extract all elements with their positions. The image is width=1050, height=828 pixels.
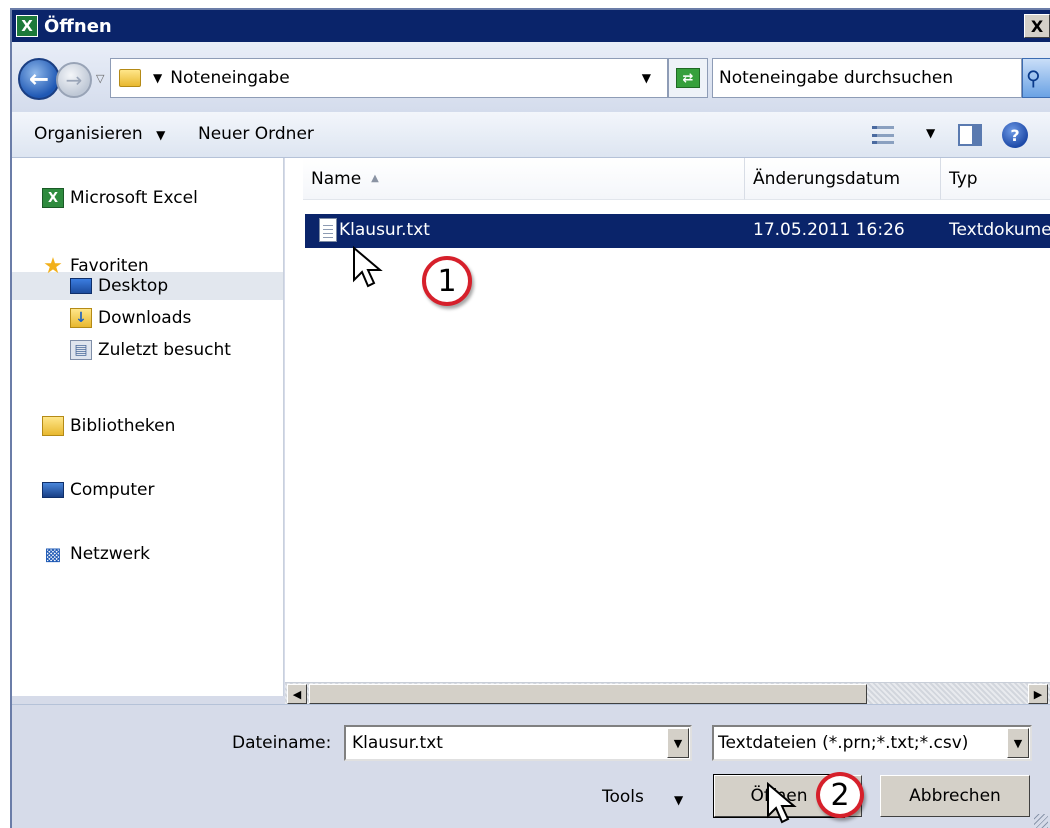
forward-button[interactable]: → — [56, 62, 92, 98]
open-dialog: X Öffnen X ← → ▽ ▼ Noteneingabe ▼ ⇄ Note… — [10, 8, 1050, 828]
nav-item-downloads[interactable]: ↓ Downloads — [70, 308, 191, 328]
help-icon[interactable]: ? — [1002, 122, 1028, 148]
breadcrumb-item-noteneingabe[interactable]: Noteneingabe — [170, 68, 289, 88]
address-bar: ← → ▽ ▼ Noteneingabe ▼ ⇄ Noteneingabe du… — [12, 42, 1050, 112]
desktop-icon — [70, 278, 92, 294]
scroll-left-button[interactable]: ◀ — [287, 684, 307, 704]
title-bar[interactable]: X Öffnen X — [12, 10, 1050, 42]
nav-item-computer[interactable]: Computer — [42, 480, 155, 500]
breadcrumb-separator-icon[interactable]: ▼ — [153, 71, 162, 85]
command-bar: Organisieren ▼ Neuer Ordner ▼ ? — [12, 112, 1050, 158]
nav-item-microsoft-excel[interactable]: X Microsoft Excel — [42, 188, 198, 208]
nav-item-label: Microsoft Excel — [70, 188, 198, 208]
file-type-select[interactable]: Textdateien (*.prn;*.txt;*.csv) ▼ — [712, 725, 1032, 761]
column-header-date-modified[interactable]: Änderungsdatum — [745, 158, 941, 200]
preview-pane-icon[interactable] — [958, 124, 982, 146]
search-button[interactable]: ⚲ — [1022, 58, 1050, 98]
nav-item-label: Desktop — [98, 276, 169, 296]
view-options-icon[interactable] — [872, 126, 894, 144]
star-icon: ★ — [43, 253, 63, 279]
arrow-left-icon: ← — [28, 65, 50, 93]
sort-ascending-icon: ▲ — [371, 173, 379, 184]
search-input[interactable]: Noteneingabe durchsuchen — [712, 58, 1022, 98]
folder-icon — [119, 69, 141, 87]
excel-app-icon: X — [16, 15, 38, 37]
column-header-label: Änderungsdatum — [753, 168, 901, 189]
new-folder-button[interactable]: Neuer Ordner — [198, 124, 314, 144]
organize-button[interactable]: Organisieren ▼ — [34, 124, 165, 144]
network-icon: ▩ — [44, 543, 62, 565]
arrow-right-icon: → — [65, 68, 83, 92]
step-callout-2: 2 — [816, 772, 864, 818]
refresh-icon: ⇄ — [676, 68, 700, 88]
file-name: Klausur.txt — [339, 220, 430, 240]
scroll-right-button[interactable]: ▶ — [1028, 684, 1048, 704]
column-header-type[interactable]: Typ — [941, 158, 1050, 200]
file-list: Name ▲ Änderungsdatum Typ Klausur.txt 17… — [285, 158, 1050, 696]
refresh-button[interactable]: ⇄ — [668, 58, 708, 98]
filename-field[interactable]: Klausur.txt ▼ — [344, 725, 692, 761]
file-row-selected[interactable]: Klausur.txt 17.05.2011 16:26 Textdokume — [305, 214, 1050, 248]
nav-item-bibliotheken[interactable]: Bibliotheken — [42, 416, 175, 436]
window-title: Öffnen — [44, 15, 112, 37]
downloads-folder-icon: ↓ — [70, 308, 92, 328]
filename-dropdown-button[interactable]: ▼ — [667, 728, 689, 758]
filename-value: Klausur.txt — [352, 733, 443, 753]
resize-grip-icon[interactable] — [1034, 814, 1048, 828]
search-icon: ⚲ — [1026, 66, 1041, 90]
chevron-down-icon[interactable]: ▼ — [674, 793, 683, 807]
cancel-button[interactable]: Abbrechen — [880, 775, 1030, 817]
file-type: Textdokume — [949, 220, 1050, 240]
nav-item-label: Zuletzt besucht — [98, 340, 231, 360]
recent-places-icon: ▤ — [70, 340, 92, 360]
navigation-pane: X Microsoft Excel ★ Favoriten Desktop ↓ … — [12, 158, 284, 696]
nav-item-label: Downloads — [98, 308, 192, 328]
nav-item-label: Favoriten — [70, 256, 149, 276]
column-header-name[interactable]: Name ▲ — [303, 158, 745, 200]
excel-icon: X — [42, 188, 64, 208]
file-type-dropdown-button[interactable]: ▼ — [1007, 728, 1029, 758]
nav-item-zuletzt-besucht[interactable]: ▤ Zuletzt besucht — [70, 340, 231, 360]
file-type-value: Textdateien (*.prn;*.txt;*.csv) — [718, 733, 969, 753]
chevron-down-icon: ▼ — [156, 128, 166, 142]
organize-label: Organisieren — [34, 124, 143, 144]
tools-button[interactable]: Tools — [602, 787, 644, 807]
horizontal-scrollbar[interactable]: ◀ ▶ — [285, 682, 1050, 704]
step-callout-1: 1 — [422, 256, 472, 306]
nav-item-desktop[interactable]: Desktop — [70, 276, 168, 296]
nav-item-netzwerk[interactable]: ▩ Netzwerk — [42, 543, 150, 565]
column-header-label: Name — [311, 168, 362, 189]
dialog-footer: Dateiname: Klausur.txt ▼ Textdateien (*.… — [12, 704, 1050, 828]
nav-item-label: Netzwerk — [70, 544, 150, 564]
file-modified-date: 17.05.2011 16:26 — [753, 220, 905, 240]
nav-item-label: Computer — [70, 480, 155, 500]
scrollbar-thumb[interactable] — [309, 684, 867, 704]
nav-item-label: Bibliotheken — [70, 416, 176, 436]
chevron-down-icon[interactable]: ▼ — [642, 71, 651, 85]
close-button[interactable]: X — [1024, 14, 1050, 38]
libraries-icon — [42, 416, 64, 436]
filename-label: Dateiname: — [232, 733, 332, 753]
view-options-dropdown[interactable]: ▼ — [926, 126, 935, 140]
breadcrumb[interactable]: ▼ Noteneingabe ▼ — [110, 58, 668, 98]
recent-locations-dropdown[interactable]: ▽ — [96, 72, 104, 85]
computer-icon — [42, 482, 64, 498]
back-button[interactable]: ← — [18, 58, 60, 100]
nav-item-favoriten[interactable]: ★ Favoriten — [42, 253, 149, 279]
text-file-icon — [319, 218, 337, 242]
column-header-label: Typ — [949, 168, 978, 189]
